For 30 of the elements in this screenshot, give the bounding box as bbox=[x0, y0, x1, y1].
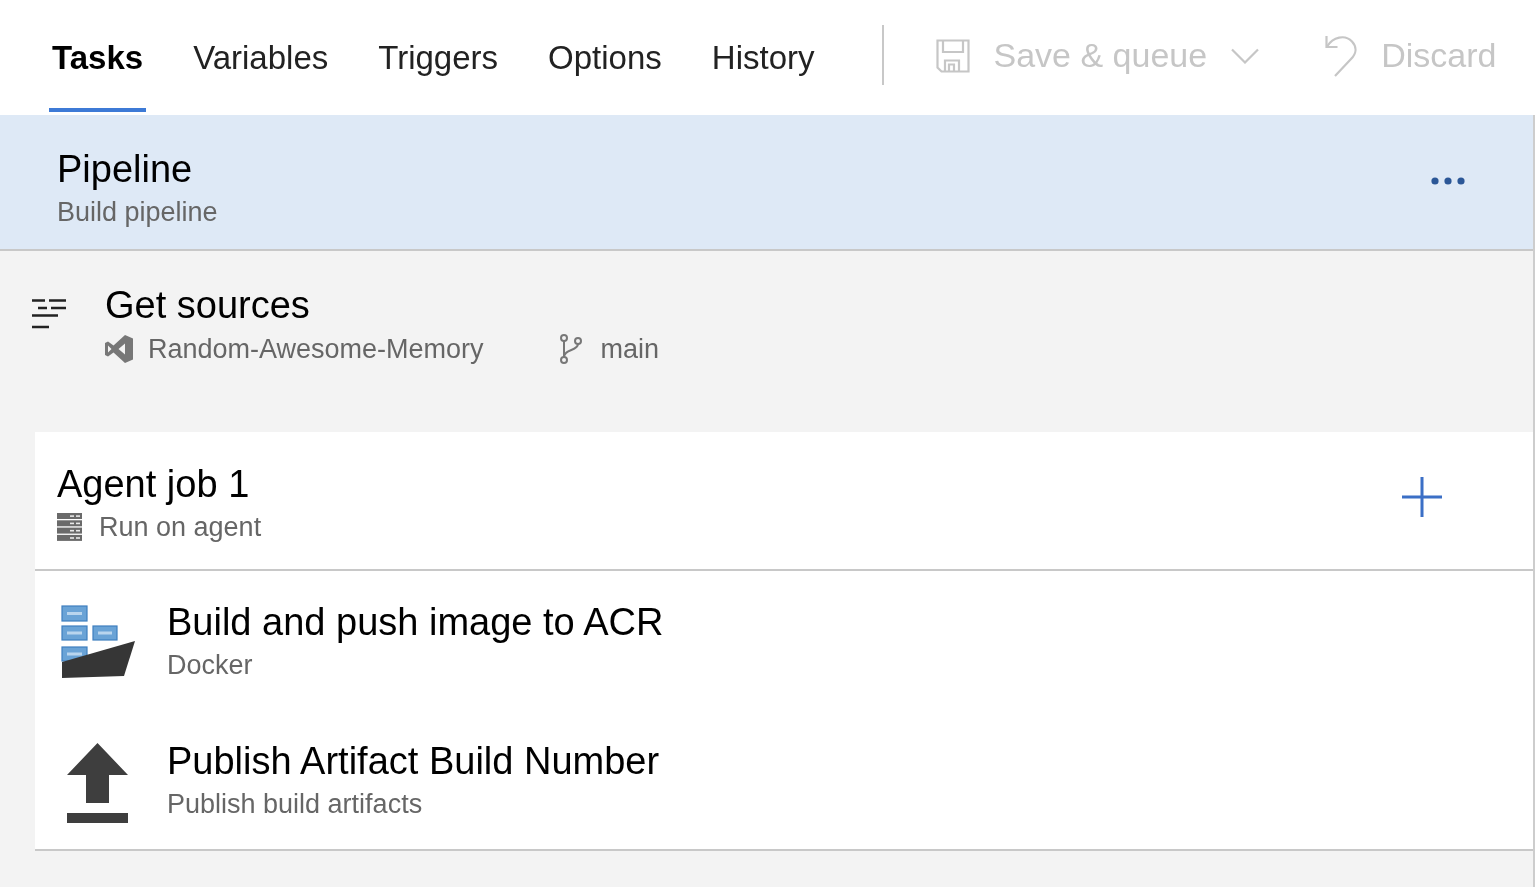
job-subtitle: Run on agent bbox=[99, 511, 262, 544]
task-subtitle: Docker bbox=[167, 649, 254, 682]
container-ship-icon bbox=[58, 604, 136, 680]
get-sources-title: Get sources bbox=[105, 283, 311, 328]
task-row[interactable]: Build and push image to ACR Docker bbox=[35, 571, 1533, 710]
repository-name: Random-Awesome-Memory bbox=[148, 333, 484, 366]
task-row[interactable]: Publish Artifact Build Number Publish build artifacts bbox=[35, 710, 1533, 849]
add-task-button[interactable] bbox=[1400, 475, 1444, 519]
server-icon bbox=[57, 513, 82, 541]
task-subtitle: Publish build artifacts bbox=[167, 788, 424, 821]
undo-icon bbox=[1323, 33, 1358, 78]
branch-icon bbox=[559, 334, 582, 364]
tab[interactable]: Options bbox=[545, 0, 665, 112]
job-title: Agent job 1 bbox=[57, 462, 251, 507]
plus-icon bbox=[1402, 477, 1442, 517]
upload-icon bbox=[66, 743, 128, 823]
repo-logo-icon bbox=[105, 335, 133, 363]
pipeline-subtitle: Build pipeline bbox=[57, 196, 218, 229]
task-title: Publish Artifact Build Number bbox=[167, 739, 660, 784]
task-title: Build and push image to ACR bbox=[167, 600, 664, 645]
text-lines-icon bbox=[31, 298, 67, 329]
tab[interactable]: Triggers bbox=[375, 0, 502, 112]
pipeline-title: Pipeline bbox=[57, 147, 194, 192]
agent-job-panel[interactable]: Agent job 1 Run on agent bbox=[35, 432, 1533, 571]
branch-name: main bbox=[600, 333, 660, 366]
tab[interactable]: Variables bbox=[190, 0, 332, 112]
more-icon bbox=[1431, 177, 1465, 185]
save-icon bbox=[935, 38, 970, 73]
tab[interactable]: History bbox=[708, 0, 818, 112]
pipeline-panel[interactable]: Pipeline Build pipeline bbox=[0, 115, 1533, 251]
